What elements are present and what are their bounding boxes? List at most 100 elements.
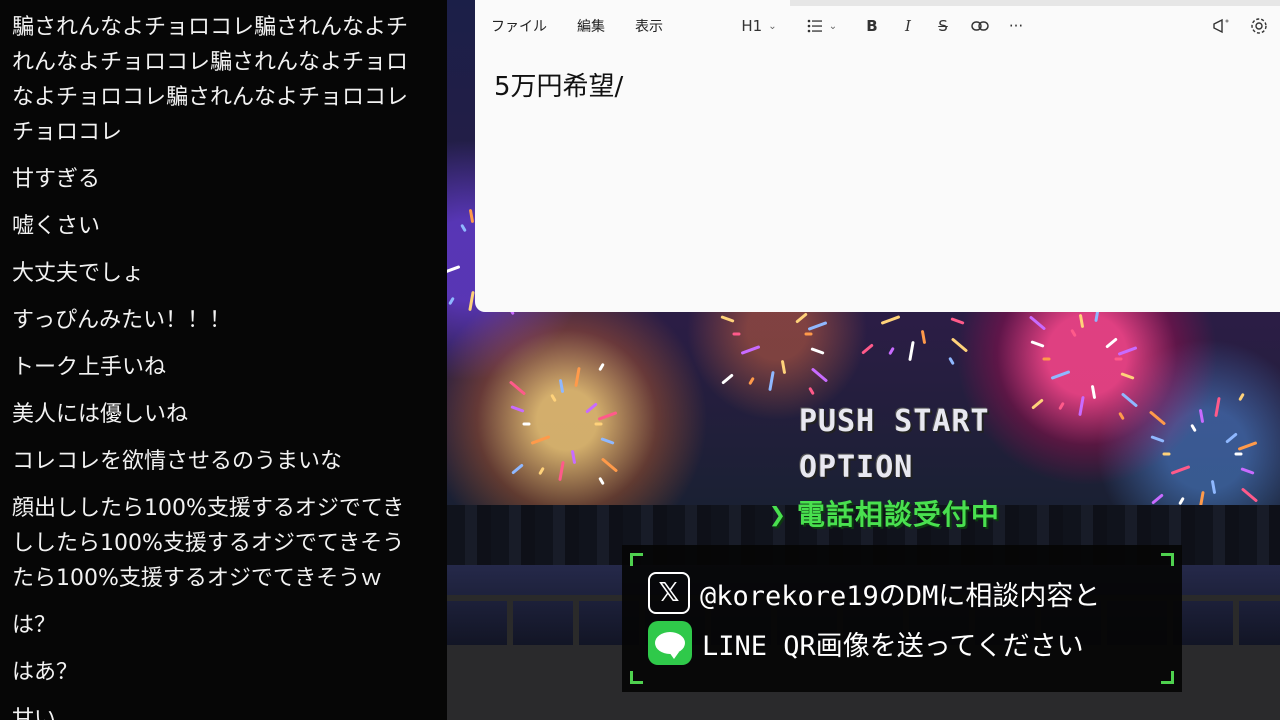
firework-spark	[748, 376, 755, 385]
settings-button[interactable]	[1247, 12, 1271, 40]
menu-edit[interactable]: 編集	[562, 16, 620, 36]
chat-message: はあ？	[0, 655, 447, 690]
chevron-down-icon: ⌄	[768, 20, 777, 32]
firework-spark	[467, 291, 475, 312]
firework-spark	[1241, 487, 1259, 503]
chat-message-line: はあ？	[12, 660, 79, 685]
firework-spark	[948, 356, 955, 366]
chat-message-line: れんなよチョロコレ騙されんなよチョロ	[12, 50, 409, 75]
firework-spark	[447, 265, 461, 276]
firework-spark	[522, 422, 531, 426]
more-options-button[interactable]: ···	[1003, 12, 1029, 40]
strikethrough-button[interactable]: S	[932, 12, 954, 40]
firework-spark	[1120, 372, 1136, 381]
firework-spark	[1105, 337, 1118, 349]
chat-message: 顔出ししたら100%支援するオジでてき ししたら100%支援するオジでてきそう たら…	[0, 491, 447, 596]
menu-option[interactable]: OPTION	[799, 450, 913, 485]
line-logo-icon	[648, 621, 692, 665]
firework-spark	[1050, 370, 1071, 381]
firework-spark	[1170, 465, 1191, 476]
firework-spark	[721, 373, 735, 386]
firework-spark	[1178, 496, 1185, 505]
contact-line-row: LINE QR画像を送ってください	[648, 620, 1084, 666]
firework-spark	[530, 435, 551, 446]
chat-message-line: は？	[12, 613, 57, 638]
announcement-button[interactable]	[1209, 12, 1233, 40]
selection-arrow-icon: ❯	[769, 498, 787, 531]
corner-mark	[630, 671, 643, 684]
firework-spark	[460, 223, 467, 233]
chat-message: すっぴんみたい！！！	[0, 303, 447, 338]
firework-spark	[1214, 396, 1222, 417]
link-icon	[971, 21, 989, 31]
chat-message: 甘い	[0, 702, 447, 720]
firework-spark	[448, 296, 455, 305]
gear-icon	[1251, 18, 1267, 34]
firework-spark	[804, 332, 813, 336]
firework-spark	[1149, 409, 1167, 426]
chat-message: トーク上手いね	[0, 350, 447, 385]
firework-spark	[1042, 357, 1051, 361]
firework-spark	[538, 466, 545, 475]
firework-spark	[468, 208, 474, 223]
editor-text-area[interactable]: 5万円希望/	[494, 66, 623, 103]
chat-message: 嘘くさい	[0, 209, 447, 244]
menu-view[interactable]: 表示	[620, 16, 678, 36]
bold-button[interactable]: B	[861, 12, 883, 40]
notes-editor-window: ファイル 編集 表示 H1 ⌄ ⌄ B I S ··· 5万円希望/	[475, 0, 1280, 312]
chat-message-line: 甘すぎる	[12, 167, 101, 192]
firework-spark	[810, 347, 826, 356]
firework-spark	[861, 343, 875, 356]
chat-message-line: すっぴんみたい！！！	[12, 308, 232, 333]
italic-button[interactable]: I	[897, 12, 919, 40]
chat-message-line: 美人には優しいね	[12, 402, 189, 427]
firework-spark	[600, 437, 616, 446]
heading-dropdown[interactable]: H1 ⌄	[737, 12, 781, 40]
firework-spark	[1121, 392, 1139, 408]
firework-spark	[811, 367, 829, 383]
corner-mark	[1161, 671, 1174, 684]
list-dropdown[interactable]: ⌄	[801, 12, 843, 40]
editor-toolbar: ファイル 編集 表示 H1 ⌄ ⌄ B I S ···	[475, 6, 1280, 46]
firework-spark	[808, 320, 828, 331]
chat-panel: 騙されんなよチョロコレ騙されんなよチ れんなよチョロコレ騙されんなよチョロ なよチョ…	[0, 0, 447, 720]
firework-spark	[781, 359, 787, 374]
firework-spark	[907, 341, 915, 362]
firework-spark	[1225, 432, 1238, 444]
firework-spark	[740, 345, 761, 356]
firework-spark	[1240, 467, 1256, 476]
firework-spark	[1211, 479, 1217, 494]
firework-spark	[1118, 345, 1138, 356]
chat-message-line: コレコレを欲情させるのうまいな	[12, 449, 343, 474]
chat-message-line: 顔出ししたら100%支援するオジでてき	[12, 496, 405, 521]
firework-spark	[1029, 314, 1047, 331]
corner-mark	[630, 553, 643, 566]
contact-info-box: 𝕏 @korekore19のDMに相談内容と LINE QR画像を送ってください	[622, 545, 1182, 692]
menu-file[interactable]: ファイル	[475, 16, 562, 36]
link-button[interactable]	[967, 12, 993, 40]
chat-message: コレコレを欲情させるのうまいな	[0, 444, 447, 479]
firework-spark	[1118, 411, 1125, 421]
chevron-down-icon: ⌄	[828, 20, 838, 32]
chat-message: 美人には優しいね	[0, 397, 447, 432]
firework-spark	[601, 457, 619, 473]
chat-message-line: トーク上手いね	[12, 355, 167, 380]
firework-spark	[585, 402, 598, 414]
firework-spark	[1198, 408, 1204, 423]
chat-message-line: 嘘くさい	[12, 214, 101, 239]
menu-phone-consult[interactable]: ❯ 電話相談受付中	[769, 493, 1000, 533]
firework-spark	[510, 404, 525, 413]
firework-spark	[732, 332, 741, 336]
firework-spark	[1070, 328, 1077, 338]
chat-message-line: 騙されんなよチョロコレ騙されんなよチ	[12, 15, 409, 40]
chat-message-line: ししたら100%支援するオジでてきそう	[12, 531, 405, 556]
firework-spark	[550, 393, 557, 403]
corner-mark	[1161, 553, 1174, 566]
firework-spark	[1150, 434, 1165, 443]
firework-spark	[880, 315, 901, 326]
chat-message: 大丈夫でしょ	[0, 256, 447, 291]
menu-push-start[interactable]: PUSH START	[799, 404, 990, 439]
firework-spark	[951, 337, 969, 353]
firework-spark	[720, 314, 735, 323]
firework-spark	[598, 476, 605, 486]
